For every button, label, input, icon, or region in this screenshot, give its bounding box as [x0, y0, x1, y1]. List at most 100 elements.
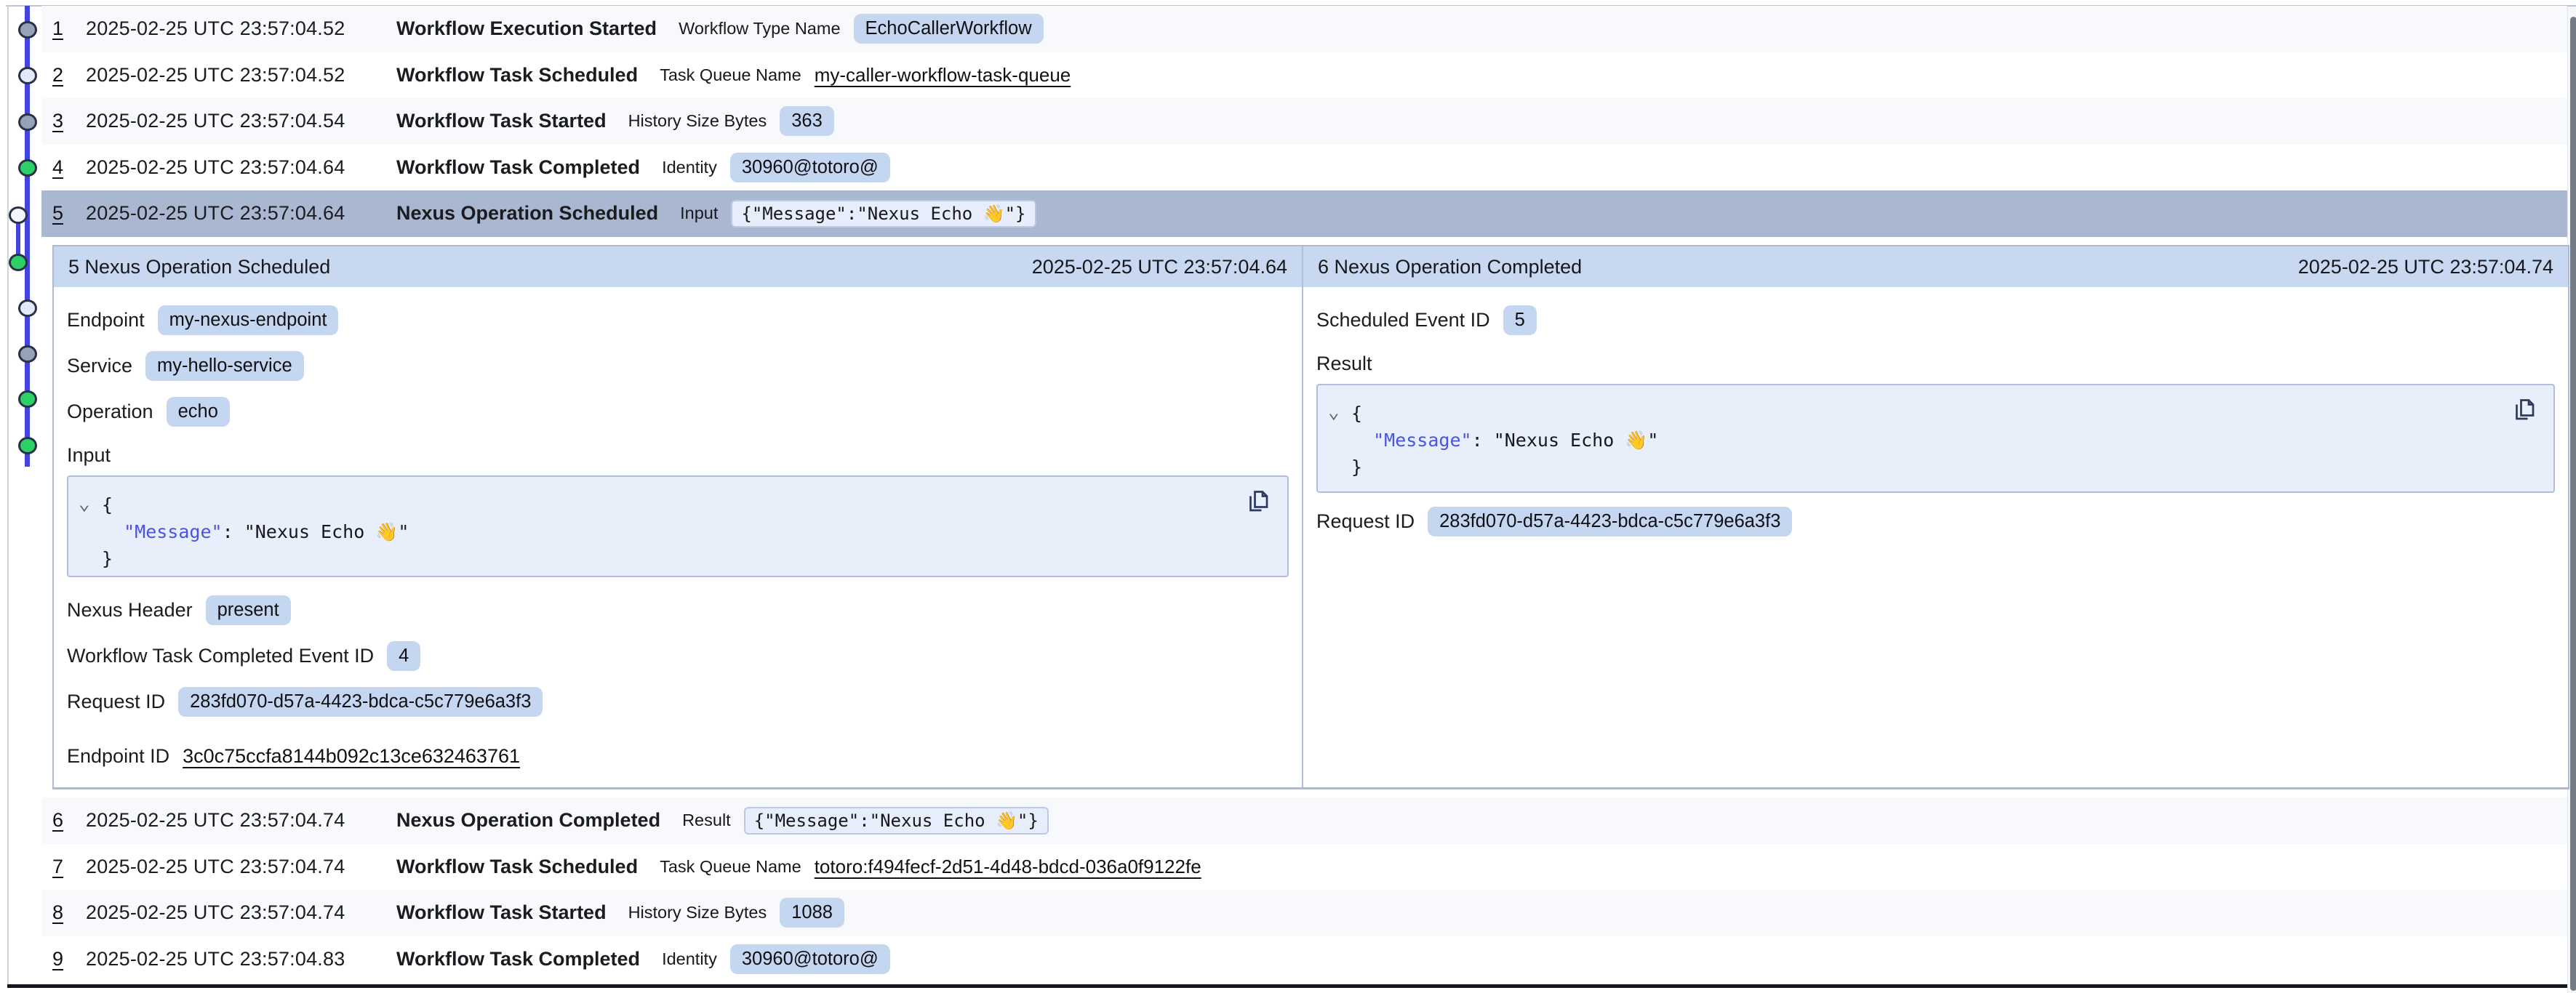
event-name: Nexus Operation Scheduled: [396, 202, 658, 225]
task-queue-link[interactable]: totoro:f494fecf-2d51-4d48-bdcd-036a0f912…: [815, 856, 1201, 878]
event-attr-value-chip: EchoCallerWorkflow: [854, 14, 1044, 44]
request-id-label: Request ID: [67, 691, 165, 713]
json-line: }: [1351, 454, 2539, 481]
request-id-value-chip: 283fd070-d57a-4423-bdca-c5c779e6a3f3: [1428, 507, 1792, 536]
timeline-node-event-9[interactable]: [18, 390, 37, 408]
event-timestamp: 2025-02-25 UTC 23:57:04.74: [86, 901, 396, 924]
event-attr-label: Result: [682, 811, 731, 830]
event-timestamp: 2025-02-25 UTC 23:57:04.52: [86, 17, 396, 40]
event-row-9[interactable]: 9 2025-02-25 UTC 23:57:04.83 Workflow Ta…: [41, 936, 2567, 983]
event-row-7[interactable]: 7 2025-02-25 UTC 23:57:04.74 Workflow Ta…: [41, 844, 2567, 891]
wtc-event-id-label: Workflow Task Completed Event ID: [67, 645, 374, 667]
collapse-chevron-icon[interactable]: ⌄: [79, 494, 90, 513]
timeline-node-event-4[interactable]: [18, 159, 37, 177]
copy-icon[interactable]: [1245, 489, 1271, 515]
request-id-value-chip: 283fd070-d57a-4423-bdca-c5c779e6a3f3: [178, 687, 543, 717]
detail-panel-nexus-operation-completed: 6 Nexus Operation Completed 2025-02-25 U…: [1303, 246, 2568, 787]
event-timestamp: 2025-02-25 UTC 23:57:04.74: [86, 809, 396, 832]
result-label: Result: [1316, 353, 1372, 375]
event-name: Workflow Task Completed: [396, 948, 640, 970]
json-line: "Message": "Nexus Echo 👋": [1351, 427, 2539, 454]
panel-timestamp: 2025-02-25 UTC 23:57:04.64: [1032, 256, 1287, 278]
event-id-link[interactable]: 3: [52, 110, 79, 132]
input-json-viewer: ⌄ { "Message": "Nexus Echo 👋" }: [67, 475, 1289, 577]
event-name: Workflow Task Completed: [396, 156, 640, 179]
event-attr-label: Identity: [662, 158, 717, 177]
endpoint-value-chip: my-nexus-endpoint: [158, 305, 339, 335]
event-attr-label: History Size Bytes: [628, 903, 767, 922]
event-timestamp: 2025-02-25 UTC 23:57:04.52: [86, 64, 396, 87]
event-timestamp: 2025-02-25 UTC 23:57:04.74: [86, 856, 396, 878]
event-name: Workflow Task Scheduled: [396, 856, 638, 878]
event-id-link[interactable]: 9: [52, 948, 79, 970]
event-row-3[interactable]: 3 2025-02-25 UTC 23:57:04.54 Workflow Ta…: [41, 98, 2567, 145]
event-row-8[interactable]: 8 2025-02-25 UTC 23:57:04.74 Workflow Ta…: [41, 890, 2567, 936]
event-attr-label: Input: [680, 204, 718, 223]
event-id-link[interactable]: 8: [52, 901, 79, 924]
event-id-link[interactable]: 5: [52, 202, 79, 225]
scrollbar-thumb[interactable]: [2570, 17, 2576, 991]
timeline-node-event-3[interactable]: [18, 113, 37, 131]
scheduled-event-id-label: Scheduled Event ID: [1316, 309, 1490, 331]
event-row-4[interactable]: 4 2025-02-25 UTC 23:57:04.64 Workflow Ta…: [41, 145, 2567, 191]
panel-header[interactable]: 5 Nexus Operation Scheduled 2025-02-25 U…: [54, 246, 1302, 287]
event-id-link[interactable]: 6: [52, 809, 79, 832]
timeline-node-event-8[interactable]: [18, 345, 37, 363]
collapse-chevron-icon[interactable]: ⌄: [1328, 403, 1340, 422]
timeline-nexus-branch-line: [16, 222, 20, 257]
endpoint-label: Endpoint: [67, 309, 145, 331]
event-attr-value-chip: 30960@totoro@: [730, 153, 890, 182]
event-attr-label: Identity: [662, 949, 717, 969]
timeline-node-event-7[interactable]: [18, 299, 37, 317]
event-row-6[interactable]: 6 2025-02-25 UTC 23:57:04.74 Nexus Opera…: [41, 797, 2567, 844]
timeline-node-event-1[interactable]: [18, 21, 37, 39]
wtc-event-id-value-chip: 4: [387, 641, 420, 671]
event-attr-label: Task Queue Name: [660, 857, 801, 877]
event-detail-panels: 5 Nexus Operation Scheduled 2025-02-25 U…: [52, 245, 2569, 789]
event-name: Workflow Task Scheduled: [396, 64, 638, 87]
event-timestamp: 2025-02-25 UTC 23:57:04.64: [86, 156, 396, 179]
timeline-node-event-10[interactable]: [18, 437, 37, 454]
panel-timestamp: 2025-02-25 UTC 23:57:04.74: [2298, 256, 2553, 278]
event-timestamp: 2025-02-25 UTC 23:57:04.54: [86, 110, 396, 132]
event-row-2[interactable]: 2 2025-02-25 UTC 23:57:04.52 Workflow Ta…: [41, 52, 2567, 99]
event-attr-value-chip: 363: [780, 106, 834, 136]
event-row-5-selected[interactable]: 5 2025-02-25 UTC 23:57:04.64 Nexus Opera…: [41, 190, 2567, 237]
event-name: Workflow Task Started: [396, 901, 607, 924]
event-name: Workflow Execution Started: [396, 17, 657, 40]
json-line: }: [102, 545, 1273, 572]
json-line: "Message": "Nexus Echo 👋": [102, 518, 1273, 545]
event-attr-label: Task Queue Name: [660, 65, 801, 85]
event-attr-label: History Size Bytes: [628, 111, 767, 131]
event-history-table: 1 2025-02-25 UTC 23:57:04.52 Workflow Ex…: [41, 6, 2567, 237]
next-row-divider: [7, 984, 2567, 988]
event-attr-label: Workflow Type Name: [679, 19, 840, 39]
endpoint-id-label: Endpoint ID: [67, 745, 169, 768]
request-id-label: Request ID: [1316, 510, 1415, 533]
json-line: {: [1351, 400, 2539, 427]
event-id-link[interactable]: 2: [52, 64, 79, 87]
copy-icon[interactable]: [2511, 397, 2537, 423]
nexus-header-label: Nexus Header: [67, 599, 193, 622]
event-name: Workflow Task Started: [396, 110, 607, 132]
timeline-node-event-6[interactable]: [9, 254, 28, 271]
event-id-link[interactable]: 7: [52, 856, 79, 878]
event-attr-value-chip: 30960@totoro@: [730, 944, 890, 974]
event-attr-value-chip: 1088: [780, 898, 844, 928]
timeline-node-event-2[interactable]: [18, 67, 37, 84]
nexus-header-value-chip: present: [206, 595, 291, 625]
event-id-link[interactable]: 4: [52, 156, 79, 179]
table-left-border: [7, 5, 9, 988]
event-timestamp: 2025-02-25 UTC 23:57:04.83: [86, 948, 396, 970]
event-row-1[interactable]: 1 2025-02-25 UTC 23:57:04.52 Workflow Ex…: [41, 6, 2567, 52]
event-history-table-continued: 6 2025-02-25 UTC 23:57:04.74 Nexus Opera…: [41, 797, 2567, 982]
timeline-node-event-5[interactable]: [9, 206, 28, 224]
panel-header[interactable]: 6 Nexus Operation Completed 2025-02-25 U…: [1303, 246, 2568, 287]
event-id-link[interactable]: 1: [52, 17, 79, 40]
operation-label: Operation: [67, 401, 153, 423]
event-name: Nexus Operation Completed: [396, 809, 660, 832]
task-queue-link[interactable]: my-caller-workflow-task-queue: [815, 64, 1071, 87]
json-line: {: [102, 491, 1273, 518]
endpoint-id-link[interactable]: 3c0c75ccfa8144b092c13ce632463761: [183, 745, 520, 768]
event-input-json-chip: {"Message":"Nexus Echo 👋"}: [731, 200, 1036, 228]
